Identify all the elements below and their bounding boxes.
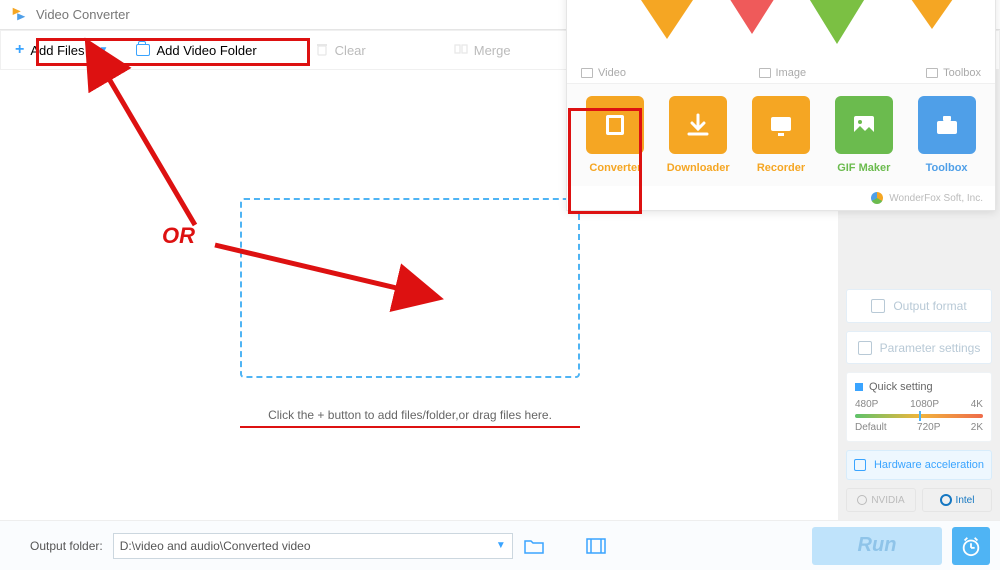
- run-button[interactable]: Run: [812, 527, 942, 565]
- output-folder-select[interactable]: D:\video and audio\Converted video ▼: [113, 533, 513, 559]
- image-icon: [759, 68, 771, 78]
- popup-body: Converter Downloader Recorder GIF Maker …: [567, 84, 995, 186]
- merge-button[interactable]: Merge: [440, 31, 525, 69]
- converter-icon: [586, 96, 644, 154]
- image-icon: [835, 96, 893, 154]
- open-folder-button[interactable]: [523, 537, 545, 555]
- module-picker-popup: Video Image Toolbox Converter Downloader…: [566, 0, 996, 211]
- quality-slider[interactable]: [855, 414, 983, 418]
- quick-setting-row2: Default 720P 2K: [855, 422, 983, 433]
- chip-icon: [854, 459, 866, 471]
- format-icon: [871, 299, 885, 313]
- triangle-decor: [897, 0, 967, 29]
- video-icon: [581, 68, 593, 78]
- chevron-down-icon: ▼: [496, 540, 506, 551]
- schedule-button[interactable]: [952, 527, 990, 565]
- add-files-label: Add Files: [30, 43, 84, 58]
- drop-zone[interactable]: [240, 198, 580, 378]
- intel-icon: [940, 494, 952, 506]
- wonderfox-logo-icon: [871, 192, 883, 204]
- app-title: Video Converter: [36, 7, 130, 22]
- annotation-or-label: OR: [162, 223, 195, 249]
- folder-icon: [136, 44, 150, 56]
- add-folder-label: Add Video Folder: [156, 43, 256, 58]
- clear-label: Clear: [335, 43, 366, 58]
- download-icon: [669, 96, 727, 154]
- add-files-button[interactable]: + Add Files ▼: [1, 31, 122, 69]
- category-video: Video: [581, 67, 626, 79]
- triangle-decor: [717, 0, 787, 34]
- popup-footer: WonderFox Soft, Inc.: [567, 186, 995, 210]
- module-gif-maker[interactable]: GIF Maker: [825, 96, 902, 174]
- triangle-decor: [797, 0, 877, 44]
- square-icon: [855, 383, 863, 391]
- chevron-down-icon[interactable]: ▼: [99, 45, 109, 56]
- popup-categories: Video Image Toolbox: [567, 61, 995, 84]
- category-image: Image: [759, 67, 807, 79]
- drop-caption: Click the + button to add files/folder,o…: [240, 408, 580, 428]
- merge-label: Merge: [474, 43, 511, 58]
- app-logo-icon: [10, 6, 28, 24]
- output-format-button[interactable]: Output format: [846, 289, 992, 323]
- intel-badge: Intel: [922, 488, 992, 512]
- category-toolbox: Toolbox: [926, 67, 981, 79]
- quick-setting-row1: 480P 1080P 4K: [855, 399, 983, 410]
- film-icon[interactable]: [585, 537, 607, 555]
- clear-button[interactable]: Clear: [301, 31, 380, 69]
- module-downloader[interactable]: Downloader: [660, 96, 737, 174]
- add-group: + Add Files ▼ Add Video Folder: [1, 31, 271, 69]
- toolbox-icon: [926, 68, 938, 78]
- module-toolbox[interactable]: Toolbox: [908, 96, 985, 174]
- quick-setting-panel: Quick setting 480P 1080P 4K Default 720P…: [846, 372, 992, 442]
- recorder-icon: [752, 96, 810, 154]
- sliders-icon: [858, 341, 872, 355]
- trash-icon: [315, 42, 335, 59]
- popup-banner: [567, 0, 995, 61]
- parameter-settings-button[interactable]: Parameter settings: [846, 331, 992, 365]
- nvidia-icon: [857, 495, 867, 505]
- module-recorder[interactable]: Recorder: [743, 96, 820, 174]
- nvidia-badge: NVIDIA: [846, 488, 916, 512]
- output-folder-path: D:\video and audio\Converted video: [120, 539, 311, 553]
- footer: Output folder: D:\video and audio\Conver…: [0, 520, 1000, 570]
- plus-icon: +: [15, 41, 24, 59]
- briefcase-icon: [918, 96, 976, 154]
- add-video-folder-button[interactable]: Add Video Folder: [122, 31, 270, 69]
- vendor-row: NVIDIA Intel: [846, 488, 992, 512]
- module-converter[interactable]: Converter: [577, 96, 654, 174]
- output-folder-label: Output folder:: [30, 539, 103, 553]
- triangle-decor: [627, 0, 707, 39]
- hardware-acceleration-button[interactable]: Hardware acceleration: [846, 450, 992, 480]
- merge-icon: [454, 42, 474, 59]
- quick-setting-header: Quick setting: [855, 381, 983, 393]
